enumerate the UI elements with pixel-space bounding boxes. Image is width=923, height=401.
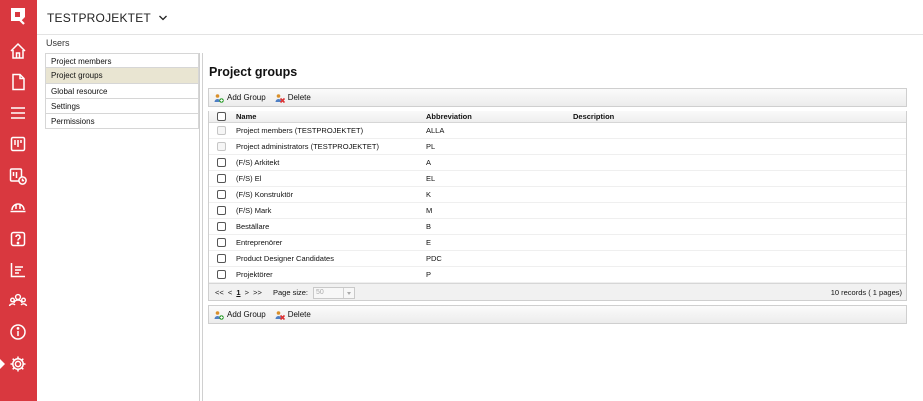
- delete-label: Delete: [287, 93, 311, 102]
- add-group-label: Add Group: [227, 310, 266, 319]
- breadcrumb: Users: [46, 38, 70, 48]
- sidebar-item-permissions[interactable]: Permissions: [45, 114, 199, 130]
- panel-divider[interactable]: [202, 53, 203, 401]
- table-row[interactable]: Beställare B: [209, 219, 906, 235]
- column-header-description[interactable]: Description: [573, 111, 614, 123]
- row-checkbox[interactable]: [217, 190, 226, 199]
- page-size-select[interactable]: 50: [313, 287, 355, 299]
- column-header-name[interactable]: Name: [236, 111, 256, 123]
- row-name: (F/S) Arkitekt: [236, 158, 280, 167]
- grid-toolbar-bottom: Add Group Delete: [208, 305, 907, 324]
- add-group-button[interactable]: Add Group: [214, 310, 266, 320]
- row-name: Beställare: [236, 222, 270, 231]
- logo-icon: [11, 8, 25, 25]
- table-pager: << < 1 > >> Page size: 50 10 records ( 1…: [209, 283, 906, 300]
- table-row[interactable]: (F/S) Mark M: [209, 203, 906, 219]
- row-name: Entreprenörer: [236, 238, 283, 247]
- table-row[interactable]: (F/S) Konstruktör K: [209, 187, 906, 203]
- delete-button[interactable]: Delete: [275, 93, 311, 103]
- row-checkbox[interactable]: [217, 270, 226, 279]
- table-row[interactable]: (F/S) Arkitekt A: [209, 155, 906, 171]
- column-header-abbreviation[interactable]: Abbreviation: [426, 111, 472, 123]
- sidebar-item-project-members[interactable]: Project members: [45, 53, 199, 69]
- row-name: Project administrators (TESTPROJEKTET): [236, 142, 379, 151]
- delete-group-icon: [275, 310, 285, 320]
- add-group-button[interactable]: Add Group: [214, 93, 266, 103]
- row-checkbox[interactable]: [217, 206, 226, 215]
- table-header: Name Abbreviation Description: [209, 111, 906, 123]
- row-name: Project members (TESTPROJEKTET): [236, 126, 364, 135]
- select-all-checkbox[interactable]: [217, 112, 226, 121]
- groups-table: Name Abbreviation Description Project me…: [208, 111, 907, 301]
- page-size-value: 50: [316, 289, 324, 296]
- row-abbreviation: K: [426, 190, 432, 199]
- project-selector[interactable]: TESTPROJEKTET: [47, 11, 168, 25]
- table-row[interactable]: Project administrators (TESTPROJEKTET) P…: [209, 139, 906, 155]
- table-row[interactable]: Entreprenörer E: [209, 235, 906, 251]
- row-abbreviation: A: [426, 158, 432, 167]
- app-nav-rail: [0, 0, 37, 401]
- sidebar-item-project-groups[interactable]: Project groups: [45, 68, 199, 84]
- add-group-label: Add Group: [227, 93, 266, 102]
- row-name: (F/S) El: [236, 174, 262, 183]
- row-name: (F/S) Mark: [236, 206, 272, 215]
- top-bar: TESTPROJEKTET: [37, 0, 923, 35]
- row-checkbox[interactable]: [217, 238, 226, 247]
- row-checkbox: [217, 126, 226, 135]
- row-checkbox[interactable]: [217, 174, 226, 183]
- row-checkbox[interactable]: [217, 222, 226, 231]
- sidebar-item-global-resource[interactable]: Global resource: [45, 83, 199, 99]
- row-checkbox[interactable]: [217, 254, 226, 263]
- row-name: (F/S) Konstruktör: [236, 190, 294, 199]
- document-icon[interactable]: [7, 71, 29, 93]
- row-abbreviation: M: [426, 206, 433, 215]
- sidebar-item-settings[interactable]: Settings: [45, 98, 199, 115]
- table-row[interactable]: Projektörer P: [209, 267, 906, 283]
- row-name: Projektörer: [236, 270, 273, 279]
- row-checkbox: [217, 142, 226, 151]
- row-abbreviation: E: [426, 238, 432, 247]
- grid-toolbar-top: Add Group Delete: [208, 88, 907, 107]
- info-icon[interactable]: [7, 321, 29, 343]
- row-checkbox[interactable]: [217, 158, 226, 167]
- table-row[interactable]: Product Designer Candidates PDC: [209, 251, 906, 267]
- next-page-link[interactable]: >: [245, 288, 249, 297]
- records-count: 10 records ( 1 pages): [830, 288, 902, 297]
- row-name: Product Designer Candidates: [236, 254, 334, 263]
- row-abbreviation: P: [426, 270, 432, 279]
- add-group-icon: [214, 310, 224, 320]
- hardhat-icon[interactable]: [7, 196, 29, 218]
- table-row[interactable]: (F/S) El EL: [209, 171, 906, 187]
- first-page-link[interactable]: <<: [215, 288, 224, 297]
- chevron-down-icon: [343, 288, 354, 298]
- row-abbreviation: B: [426, 222, 432, 231]
- schedule-icon[interactable]: [7, 165, 29, 187]
- chevron-down-icon: [158, 15, 167, 21]
- settings-icon[interactable]: [7, 353, 29, 375]
- project-name: TESTPROJEKTET: [47, 11, 151, 25]
- row-abbreviation: ALLA: [426, 126, 445, 135]
- row-abbreviation: PL: [426, 142, 436, 151]
- section-sidebar: Project members Project groups Global re…: [45, 53, 200, 401]
- delete-label: Delete: [287, 310, 311, 319]
- pager-navigation: << < 1 > >>: [215, 284, 264, 301]
- board-icon[interactable]: [7, 133, 29, 155]
- users-icon[interactable]: [7, 290, 29, 312]
- delete-button[interactable]: Delete: [275, 310, 311, 320]
- page-size-label: Page size:: [273, 288, 309, 297]
- add-group-icon: [214, 93, 224, 103]
- row-abbreviation: EL: [426, 174, 436, 183]
- delete-group-icon: [275, 93, 285, 103]
- row-abbreviation: PDC: [426, 254, 442, 263]
- home-icon[interactable]: [7, 40, 29, 62]
- menu-icon[interactable]: [7, 102, 29, 124]
- chart-icon[interactable]: [7, 259, 29, 281]
- help-icon[interactable]: [7, 228, 29, 250]
- active-nav-marker: [0, 359, 5, 369]
- prev-page-link[interactable]: <: [228, 288, 232, 297]
- current-page-link[interactable]: 1: [236, 288, 240, 297]
- table-row[interactable]: Project members (TESTPROJEKTET) ALLA: [209, 123, 906, 139]
- last-page-link[interactable]: >>: [253, 288, 262, 297]
- page-title: Project groups: [209, 65, 298, 79]
